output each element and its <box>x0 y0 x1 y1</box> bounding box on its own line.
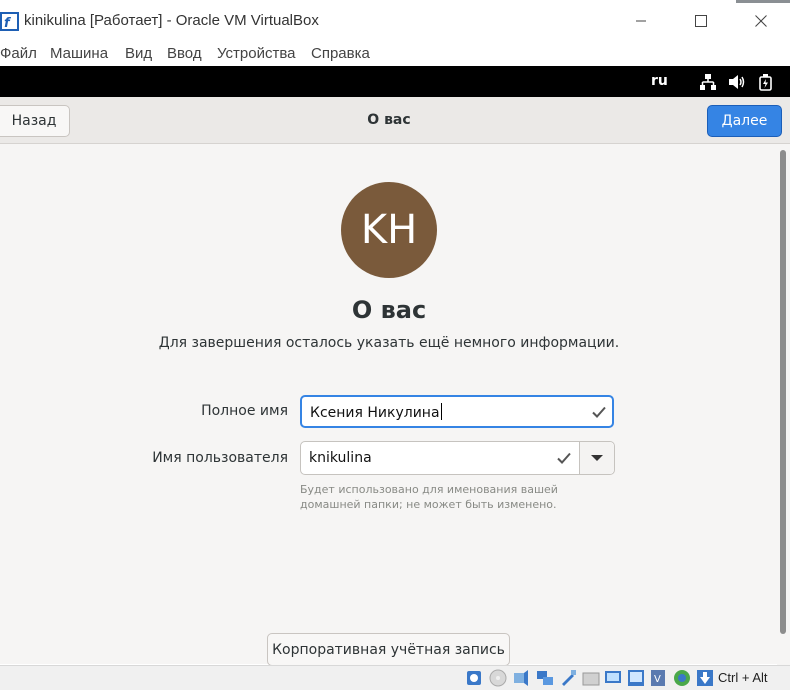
shared-folders-icon[interactable] <box>582 669 600 687</box>
menu-input[interactable]: Ввод <box>167 45 202 62</box>
header-title: О вас <box>367 112 411 128</box>
assistant-header-bar: Назад О вас Далее <box>0 97 790 144</box>
audio-icon[interactable] <box>512 669 530 687</box>
volume-icon[interactable] <box>728 73 746 91</box>
menu-help[interactable]: Справка <box>311 45 370 62</box>
usb-icon[interactable] <box>559 669 577 687</box>
optical-drive-icon[interactable] <box>489 669 507 687</box>
menu-devices[interactable]: Устройства <box>217 45 295 62</box>
title-accent-strip <box>736 0 790 3</box>
fullname-value: Ксения Никулина <box>310 403 442 421</box>
vertical-scrollbar[interactable] <box>777 148 790 665</box>
minimize-icon <box>636 20 646 22</box>
username-value: knikulina <box>309 450 372 466</box>
svg-text:V: V <box>654 674 661 685</box>
text-caret <box>440 403 442 420</box>
fullname-field[interactable]: Ксения Никулина <box>300 395 614 428</box>
close-button[interactable] <box>738 5 784 37</box>
menu-machine[interactable]: Машина <box>50 45 108 62</box>
keyboard-layout-indicator[interactable]: ru <box>651 73 668 89</box>
maximize-button[interactable] <box>678 5 724 37</box>
chevron-down-icon <box>591 455 603 461</box>
window-titlebar: f kinikulina [Работает] - Oracle VM Virt… <box>0 0 790 42</box>
display-icon[interactable] <box>604 669 622 687</box>
guest-top-bar: ru <box>0 66 790 97</box>
username-dropdown-button[interactable] <box>580 442 614 474</box>
virtualbox-icon: f <box>0 12 19 31</box>
menu-file[interactable]: Файл <box>0 45 37 62</box>
scrollbar-thumb[interactable] <box>780 150 786 634</box>
host-key-arrow-icon[interactable] <box>696 669 714 687</box>
virtualization-icon[interactable]: V <box>649 669 667 687</box>
vm-status-bar: V Ctrl + Alt <box>0 665 790 690</box>
username-label: Имя пользователя <box>152 450 288 466</box>
username-hint: Будет использовано для именования вашей … <box>300 483 558 511</box>
enterprise-login-button[interactable]: Корпоративная учётная запись <box>267 633 510 666</box>
menu-bar: Файл Машина Вид Ввод Устройства Справка <box>0 42 790 66</box>
hard-disk-icon[interactable] <box>465 669 483 687</box>
avatar-initials: KH <box>360 207 418 253</box>
page-subtitle: Для завершения осталось указать ещё немн… <box>158 335 620 351</box>
page-title: О вас <box>351 296 427 324</box>
battery-icon[interactable] <box>757 73 775 91</box>
checkmark-icon <box>592 406 606 418</box>
network-adapter-icon[interactable] <box>536 669 554 687</box>
minimize-button[interactable] <box>618 5 664 37</box>
guest-additions-icon[interactable] <box>673 669 691 687</box>
fullname-label: Полное имя <box>201 403 288 419</box>
maximize-icon <box>695 15 707 27</box>
checkmark-icon <box>557 452 571 464</box>
network-icon[interactable] <box>699 73 717 91</box>
close-icon <box>755 15 767 27</box>
window-title: kinikulina [Работает] - Oracle VM Virtua… <box>24 12 319 29</box>
host-key-label: Ctrl + Alt <box>718 670 768 685</box>
username-combo[interactable]: knikulina <box>300 441 615 475</box>
avatar[interactable]: KH <box>341 182 437 278</box>
menu-view[interactable]: Вид <box>125 45 152 62</box>
video-capture-icon[interactable] <box>627 669 645 687</box>
next-button[interactable]: Далее <box>707 105 782 137</box>
